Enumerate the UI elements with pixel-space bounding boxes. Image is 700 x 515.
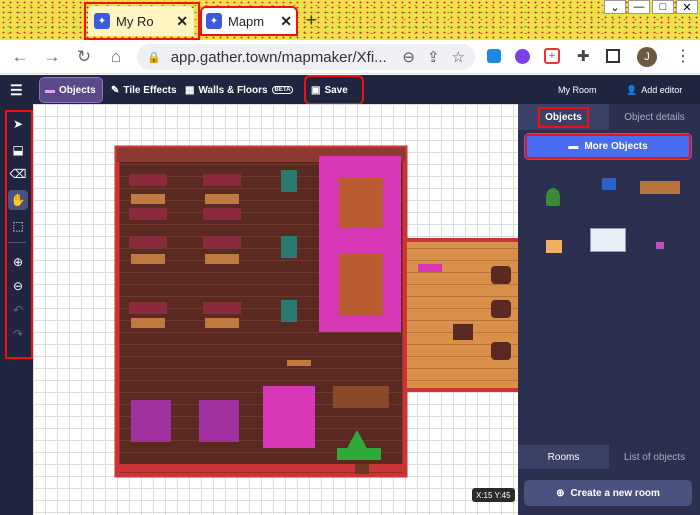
hand-pan-icon[interactable]: ✋ (8, 190, 28, 210)
add-user-icon: 👤 (626, 84, 638, 95)
add-editor-label: Add editor (641, 85, 683, 95)
tab-object-details[interactable]: Object details (609, 104, 700, 130)
bookmark-star-icon[interactable]: ☆ (452, 48, 465, 66)
tab-rooms-label: Rooms (547, 451, 580, 463)
address-bar[interactable]: 🔒 app.gather.town/mapmaker/Xfi... ⊖ ⇪ ☆ (137, 44, 475, 70)
back-icon[interactable]: ← (8, 45, 32, 69)
extension-purple-icon[interactable] (515, 49, 530, 64)
tool-divider (8, 242, 26, 243)
close-icon[interactable]: ✕ (280, 13, 292, 30)
my-room-label: My Room (558, 85, 597, 95)
more-objects-button[interactable]: ▬ More Objects (524, 133, 692, 160)
walls-floors-label: Walls & Floors (198, 84, 268, 96)
walls-icon: ▦ (185, 84, 195, 96)
close-window-button[interactable]: ✕ (676, 0, 698, 14)
wand-icon: ✎ (111, 84, 120, 96)
my-room-button[interactable]: My Room (553, 78, 602, 102)
plus-circle-icon: ⊕ (556, 487, 565, 499)
mapmaker-toolbar: ☰ ▬ Objects ✎ Tile Effects ▦ Walls & Flo… (0, 75, 700, 105)
walls-floors-button[interactable]: ▦ Walls & Floors BETA (180, 78, 298, 102)
home-icon[interactable]: ⌂ (104, 45, 128, 69)
tab-highlight (84, 2, 200, 40)
browser-navbar: ← → ↻ ⌂ 🔒 app.gather.town/mapmaker/Xfi..… (0, 40, 700, 74)
extensions-puzzle-icon[interactable]: ✚ (577, 47, 590, 65)
browser-menu-icon[interactable]: ⋮ (675, 46, 691, 66)
tab-title: Mapm (228, 13, 265, 29)
hamburger-menu-icon[interactable]: ☰ (10, 82, 23, 99)
save-label: Save (324, 84, 348, 96)
gather-favicon-icon: ✦ (206, 13, 222, 29)
stamp-icon[interactable]: ⬓ (10, 142, 26, 158)
map-render (114, 145, 518, 478)
maximize-button[interactable]: □ (652, 0, 674, 14)
extension-dropbox-icon[interactable] (487, 49, 501, 63)
create-room-label: Create a new room (570, 487, 660, 499)
objects-label: Objects (59, 84, 96, 96)
redo-icon[interactable]: ↷ (10, 326, 26, 342)
object-blue-chair[interactable] (602, 178, 616, 190)
browser-tab-mapmaker[interactable]: ✦ Mapm ✕ (200, 6, 298, 36)
forward-icon[interactable]: → (40, 45, 64, 69)
right-panel: Objects Object details ▬ More Objects Ro… (518, 104, 700, 515)
extension-red-icon[interactable]: + (544, 48, 560, 64)
object-rug[interactable] (546, 240, 562, 253)
tab-details-label: Object details (624, 111, 685, 123)
undo-icon[interactable]: ↶ (10, 302, 26, 318)
new-tab-button[interactable]: + (306, 10, 317, 31)
object-plant[interactable] (546, 188, 560, 206)
save-button[interactable]: ▣ Save (304, 75, 364, 105)
map-canvas[interactable] (33, 104, 518, 515)
sofa-icon: ▬ (568, 141, 579, 152)
minimize-button[interactable]: — (628, 0, 650, 14)
tab-objects-label: Objects (538, 106, 589, 128)
create-room-button[interactable]: ⊕ Create a new room (524, 480, 692, 506)
object-whiteboard[interactable] (590, 228, 626, 252)
object-wood-table[interactable] (640, 181, 680, 194)
tab-search-button[interactable]: ⌄ (604, 0, 626, 14)
tools-sidebar: ➤ ⬓ ⌫ ✋ ⬚ ⊕ ⊖ ↶ ↷ (0, 104, 33, 515)
tab-rooms[interactable]: Rooms (518, 445, 609, 469)
save-disk-icon: ▣ (311, 84, 321, 96)
tab-objects[interactable]: Objects (518, 104, 609, 130)
lock-icon: 🔒 (147, 51, 161, 64)
more-objects-label: More Objects (584, 141, 648, 152)
zoom-in-icon[interactable]: ⊕ (10, 254, 26, 270)
profile-avatar[interactable]: J (637, 47, 657, 67)
sidepanel-icon[interactable] (606, 49, 620, 63)
zoom-icon[interactable]: ⊖ (402, 48, 415, 66)
tab-list-label: List of objects (623, 451, 686, 463)
add-editor-button[interactable]: 👤 Add editor (621, 78, 687, 102)
tab-list-of-objects[interactable]: List of objects (609, 445, 700, 469)
coordinates-readout: X:15 Y:45 (472, 488, 515, 502)
object-small-pink[interactable] (656, 242, 664, 249)
share-icon[interactable]: ⇪ (427, 48, 440, 66)
eraser-icon[interactable]: ⌫ (10, 166, 27, 182)
objects-tool-button[interactable]: ▬ Objects (39, 77, 103, 103)
select-cursor-icon[interactable]: ➤ (10, 116, 26, 132)
browser-titlebar: ✦ My Ro ✕ ✦ Mapm ✕ + ⌄ — □ ✕ (0, 0, 700, 40)
reload-icon[interactable]: ↻ (72, 45, 96, 69)
tile-effects-button[interactable]: ✎ Tile Effects (106, 78, 182, 102)
beta-badge: BETA (271, 86, 294, 94)
sofa-icon: ▬ (45, 84, 55, 96)
rect-select-icon[interactable]: ⬚ (10, 218, 26, 234)
zoom-out-icon[interactable]: ⊖ (10, 278, 26, 294)
tile-effects-label: Tile Effects (123, 84, 177, 96)
url-text: app.gather.town/mapmaker/Xfi... (170, 48, 387, 66)
